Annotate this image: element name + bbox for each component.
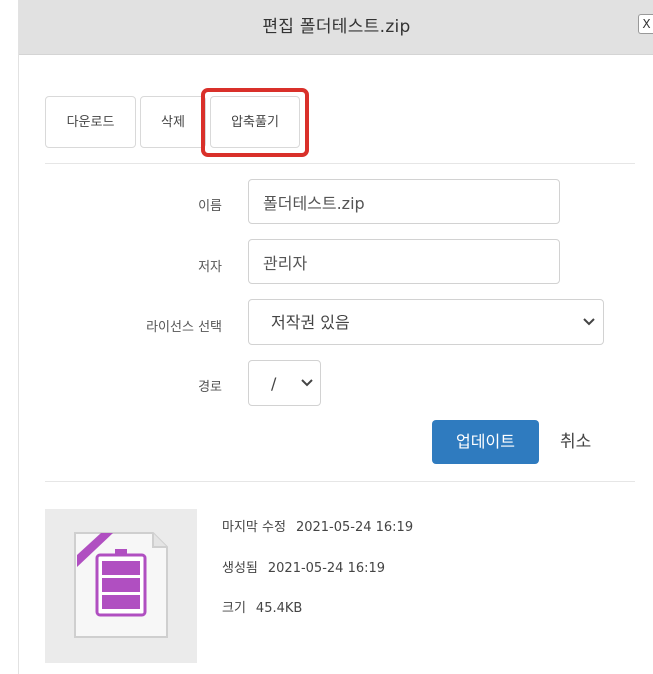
divider (45, 481, 635, 482)
dialog-titlebar: 편집 폴더테스트.zip X (19, 0, 653, 55)
author-field[interactable] (248, 239, 560, 284)
path-selected-value: / (271, 374, 277, 393)
size-value: 45.4KB (255, 601, 303, 616)
name-field[interactable] (248, 179, 560, 224)
chevron-down-icon (583, 318, 595, 326)
chevron-down-icon (301, 379, 313, 387)
tab-download[interactable]: 다운로드 (45, 96, 136, 148)
divider (45, 163, 635, 164)
path-label: 경로 (198, 380, 222, 395)
dialog-title: 편집 폴더테스트.zip (262, 17, 411, 37)
modified-value: 2021-05-24 16:19 (295, 520, 414, 535)
tab-delete[interactable]: 삭제 (140, 96, 206, 148)
file-thumbnail (45, 509, 197, 663)
created-info: 생성됨 2021-05-24 16:19 (222, 557, 385, 576)
close-button[interactable]: X (638, 14, 653, 34)
author-label: 저자 (198, 260, 222, 275)
modified-info: 마지막 수정 2021-05-24 16:19 (222, 516, 413, 535)
modified-label: 마지막 수정 (222, 520, 286, 535)
created-value: 2021-05-24 16:19 (267, 561, 386, 576)
highlight-box (201, 88, 309, 157)
license-selected-value: 저작권 있음 (271, 313, 350, 332)
size-info: 크기 45.4KB (222, 597, 302, 616)
size-label: 크기 (222, 601, 246, 616)
license-label: 라이선스 선택 (146, 320, 222, 335)
name-label: 이름 (198, 199, 222, 214)
background-edge (0, 0, 18, 674)
cancel-button[interactable]: 취소 (560, 420, 591, 464)
license-select[interactable]: 저작권 있음 (248, 299, 604, 345)
update-button[interactable]: 업데이트 (432, 420, 539, 464)
path-select[interactable]: / (248, 360, 321, 406)
zip-archive-icon (74, 532, 168, 638)
created-label: 생성됨 (222, 561, 258, 576)
